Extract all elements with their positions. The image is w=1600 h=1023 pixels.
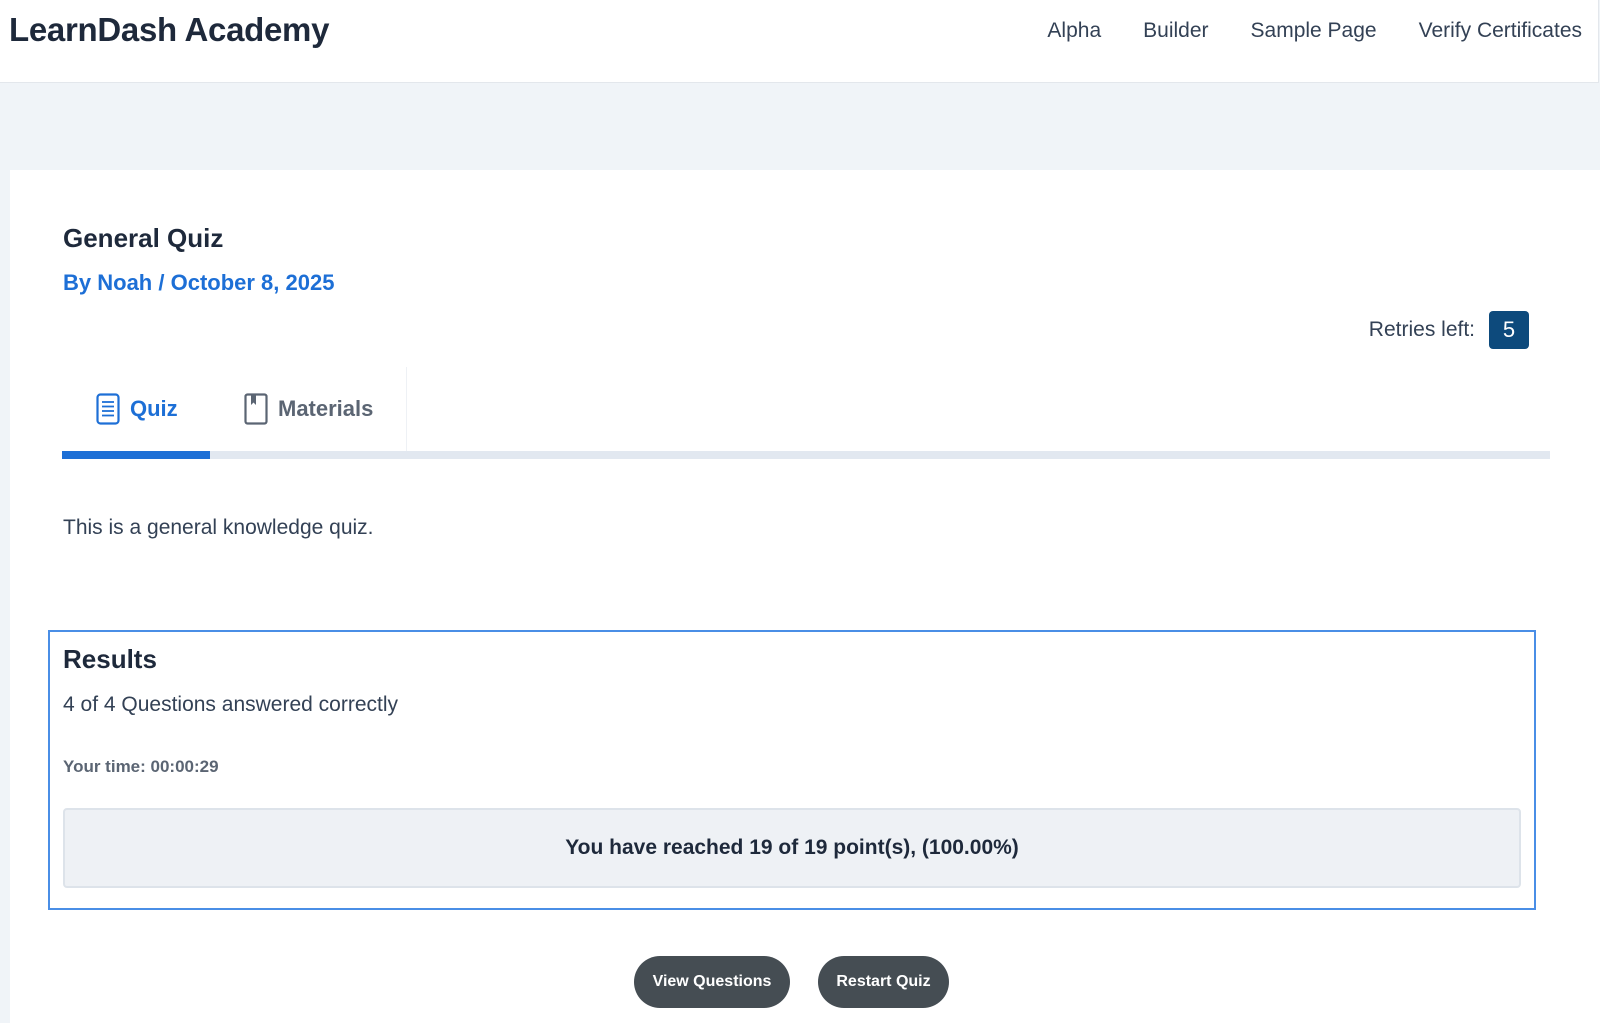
meta-prefix: By [63,270,98,295]
tab-track [62,451,1550,459]
results-time: Your time: 00:00:29 [63,757,219,776]
post-meta: By Noah / October 8, 2025 [63,268,334,298]
results-heading: Results [63,644,157,674]
retries-left: Retries left: 5 [1369,311,1529,349]
quiz-tabs: Quiz Materials [62,367,1550,459]
active-tab-indicator [62,451,210,459]
nav-link-alpha[interactable]: Alpha [1047,16,1101,46]
nav-link-verify-certificates[interactable]: Verify Certificates [1419,16,1582,46]
tab-quiz[interactable]: Quiz [62,367,210,451]
tab-materials[interactable]: Materials [210,367,407,451]
document-icon [96,393,120,425]
results-correct-count: 4 of 4 Questions answered correctly [63,693,398,716]
date-link[interactable]: October 8, 2025 [171,270,335,295]
tab-materials-label: Materials [278,396,374,421]
retries-label: Retries left: [1368,318,1475,341]
page-title: General Quiz [63,223,224,253]
bookmark-book-icon [244,393,268,425]
retries-count-badge: 5 [1489,311,1529,349]
quiz-description: This is a general knowledge quiz. [63,516,374,539]
site-header: LearnDash Academy Alpha Builder Sample P… [0,0,1599,83]
nav-link-sample-page[interactable]: Sample Page [1251,16,1377,46]
meta-separator: / [152,270,171,295]
author-link[interactable]: Noah [97,270,152,295]
site-title[interactable]: LearnDash Academy [9,10,329,50]
main-nav: Alpha Builder Sample Page Verify Certifi… [1047,16,1582,46]
tab-quiz-label: Quiz [130,396,178,421]
points-summary: You have reached 19 of 19 point(s), (100… [63,808,1521,888]
restart-quiz-button[interactable]: Restart Quiz [818,956,949,1008]
quiz-content: General Quiz By Noah / October 8, 2025 R… [10,170,1600,1023]
results-panel: Results 4 of 4 Questions answered correc… [48,630,1536,910]
nav-link-builder[interactable]: Builder [1143,16,1208,46]
view-questions-button[interactable]: View Questions [634,956,790,1008]
